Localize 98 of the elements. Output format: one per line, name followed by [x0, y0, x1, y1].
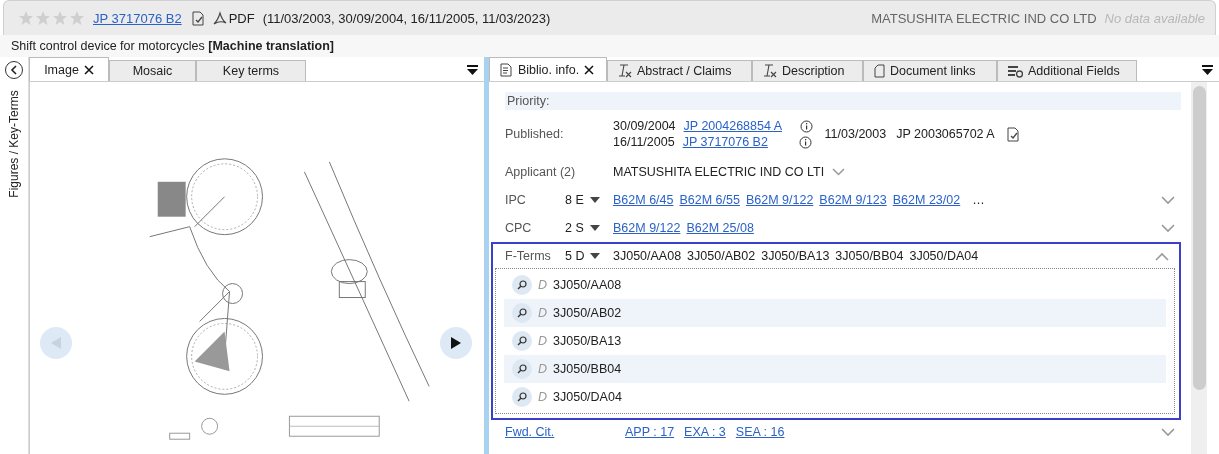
caret-icon[interactable]	[589, 224, 600, 232]
search-icon	[517, 392, 527, 402]
f-term-code: 3J050/BB04	[835, 249, 904, 263]
chevron-left-icon	[10, 65, 18, 75]
citation-link[interactable]: APP : 17	[625, 425, 675, 439]
collapse-button[interactable]	[5, 61, 23, 79]
citation-link[interactable]: SEA : 16	[735, 425, 785, 439]
panel-tab[interactable]: Additional Fields	[997, 60, 1137, 81]
classification-link[interactable]: B62M 9/122	[745, 193, 814, 207]
document-check-icon[interactable]	[1004, 126, 1020, 142]
panel-tab[interactable]: Abstract / Claims	[607, 60, 752, 81]
triangle-right-icon	[449, 336, 463, 350]
menu-icon[interactable]	[1202, 65, 1213, 75]
search-icon	[517, 308, 527, 318]
caret-icon[interactable]	[590, 252, 601, 260]
clear-format-icon	[763, 64, 777, 78]
search-icon	[517, 336, 527, 346]
star-icon[interactable]	[69, 10, 85, 26]
panel-tab[interactable]: Mosaic	[109, 60, 196, 81]
chevron-icon[interactable]	[1155, 251, 1169, 261]
search-button[interactable]	[512, 387, 532, 407]
document-title: Shift control device for motorcycles [Machine translation]	[11, 39, 334, 53]
applicant-name: MATSUSHITA ELECTRIC IND CO LTD	[871, 10, 1097, 26]
f-term-code: 3J050/AA08	[613, 249, 682, 263]
term-marker: D	[538, 362, 548, 376]
side-panel-label[interactable]: Figures / Key-Terms	[7, 90, 21, 198]
count-text: 8 E	[565, 193, 584, 207]
search-icon	[517, 280, 527, 290]
f-term-code: 3J050/AB02	[553, 306, 622, 320]
fields-icon	[1008, 64, 1023, 78]
field-label: IPC	[505, 193, 527, 207]
count-text: 2 S	[565, 221, 584, 235]
chevron-icon[interactable]	[1161, 223, 1175, 233]
field-label: F-Terms	[505, 249, 552, 263]
publication-date: 30/09/2004	[613, 119, 676, 133]
f-term-code: 3J050/BB04	[553, 362, 622, 376]
pdf-label[interactable]: PDF	[228, 10, 255, 26]
chevron-icon[interactable]	[1161, 195, 1175, 205]
panel-tab[interactable]: Image	[29, 57, 109, 81]
f-term-code: 3J050/AA08	[553, 278, 622, 292]
chevron-icon[interactable]	[832, 168, 846, 176]
publication-link[interactable]: JP 2004268854 A	[683, 119, 784, 133]
term-marker: D	[538, 306, 548, 320]
publication-date: 16/11/2005	[613, 135, 675, 149]
search-button[interactable]	[512, 303, 532, 323]
priority-number: JP 2003065702 A	[896, 127, 995, 141]
publication-link[interactable]: JP 3717076 B2	[682, 135, 783, 149]
search-button[interactable]	[512, 331, 532, 351]
classification-link[interactable]: B62M 9/123	[819, 193, 887, 207]
count-text: 5 D	[565, 249, 585, 263]
search-button[interactable]	[512, 359, 532, 379]
field-label: Applicant (2)	[505, 165, 577, 179]
priority-label: Priority:	[505, 92, 1181, 110]
term-marker: D	[538, 278, 548, 292]
f-term-code: 3J050/AB02	[687, 249, 756, 263]
classification-link[interactable]: B62M 6/45	[613, 193, 674, 207]
field-label: Published:	[505, 127, 565, 141]
field-link[interactable]: Fwd. Cit.	[505, 425, 625, 439]
classification-link[interactable]: B62M 6/55	[679, 193, 740, 207]
document-check-icon[interactable]	[189, 10, 205, 26]
patent-number-link[interactable]: JP 3717076 B2	[93, 10, 182, 26]
pdf-icon[interactable]	[212, 11, 227, 25]
star-icon[interactable]	[35, 10, 51, 26]
next-button[interactable]	[440, 327, 472, 359]
more-indicator[interactable]: …	[972, 193, 985, 207]
info-icon[interactable]	[798, 135, 812, 149]
priority-date: 11/03/2003	[824, 127, 887, 141]
close-icon[interactable]	[83, 64, 94, 75]
caret-icon[interactable]	[589, 196, 600, 204]
panel-tab[interactable]: Description	[752, 60, 863, 81]
f-term-code: 3J050/BA13	[761, 249, 830, 263]
search-icon	[517, 364, 527, 374]
classification-link[interactable]: B62M 9/122	[613, 221, 681, 235]
menu-icon[interactable]	[467, 65, 478, 75]
classification-link[interactable]: B62M 25/08	[686, 221, 754, 235]
scrollbar[interactable]	[1191, 82, 1207, 454]
close-icon[interactable]	[584, 64, 595, 75]
applicant-value: MATSUSHITA ELECTRIC IND CO LTI	[613, 165, 825, 179]
info-icon[interactable]	[799, 119, 813, 133]
classification-link[interactable]: B62M 23/02	[892, 193, 961, 207]
f-term-code: 3J050/DA04	[909, 249, 979, 263]
term-marker: D	[538, 334, 548, 348]
field-label: CPC	[505, 221, 533, 235]
panel-tab[interactable]: Document links	[863, 60, 997, 81]
search-button[interactable]	[512, 275, 532, 295]
panel-tab[interactable]: Biblio. info.	[489, 57, 607, 81]
clear-format-icon	[618, 64, 632, 78]
document-icon	[500, 62, 513, 77]
chevron-icon[interactable]	[1161, 427, 1175, 437]
f-term-code: 3J050/DA04	[553, 390, 622, 404]
panel-tab[interactable]: Key terms	[196, 60, 306, 81]
term-marker: D	[538, 390, 548, 404]
star-icon[interactable]	[52, 10, 68, 26]
publication-dates: (11/03/2003, 30/09/2004, 16/11/2005, 11/03/2023)	[262, 10, 551, 26]
citation-link[interactable]: EXA : 3	[684, 425, 726, 439]
page-icon	[874, 64, 885, 78]
star-icon[interactable]	[18, 10, 34, 26]
f-term-code: 3J050/BA13	[553, 334, 622, 348]
